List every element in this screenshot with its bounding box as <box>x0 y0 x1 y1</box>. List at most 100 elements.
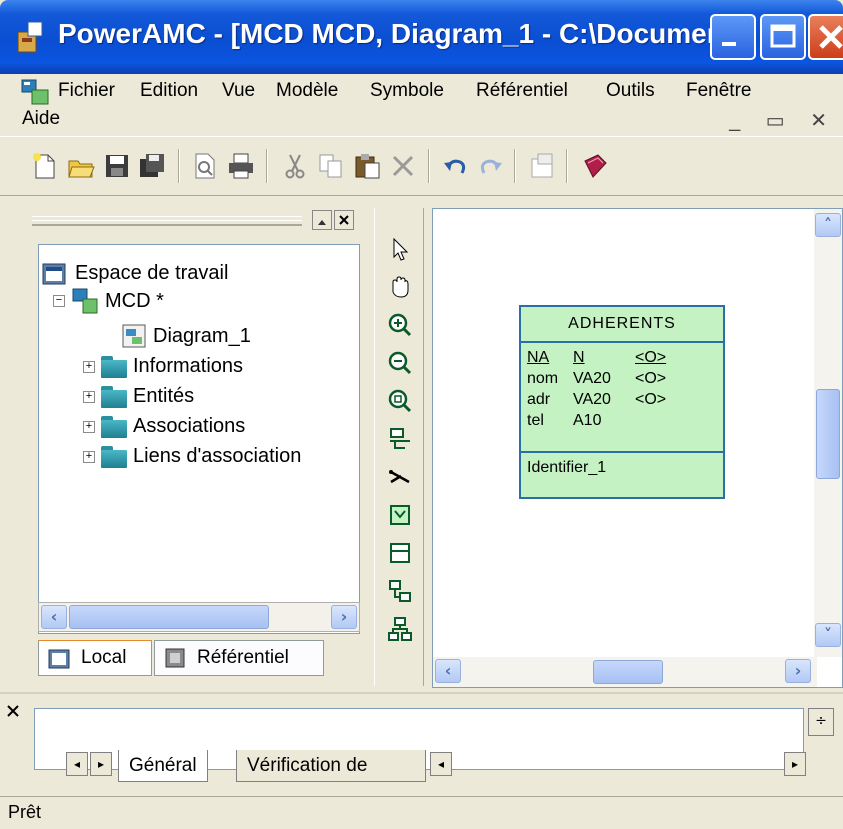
paste-icon[interactable] <box>350 149 384 183</box>
minimize-button[interactable] <box>710 14 756 60</box>
relationship-icon[interactable] <box>383 612 417 646</box>
scroll-thumb[interactable] <box>593 660 663 684</box>
tree-node-model[interactable]: − MCD * <box>53 287 164 315</box>
text-icon[interactable] <box>383 422 417 456</box>
dock-icon <box>318 220 326 225</box>
local-icon <box>48 649 70 669</box>
help-icon[interactable] <box>578 149 612 183</box>
menu-referentiel[interactable]: Référentiel <box>476 80 568 102</box>
tab-referentiel[interactable]: Référentiel <box>154 640 324 676</box>
diagram-icon <box>122 324 146 348</box>
scroll-left-icon[interactable]: ‹ <box>435 659 461 683</box>
entity-adherents[interactable]: ADHERENTS NA N <O> nom VA20 <O> adr VA20… <box>519 305 725 499</box>
expand-icon[interactable]: + <box>83 390 95 403</box>
tree-node-workspace[interactable]: Espace de travail <box>41 259 228 287</box>
tree-node-entites[interactable]: + Entités <box>83 385 194 408</box>
zoom-out-icon[interactable] <box>383 346 417 380</box>
browser-grip[interactable] <box>32 216 302 226</box>
menu-modele[interactable]: Modèle <box>276 80 338 102</box>
zoom-fit-icon[interactable] <box>383 384 417 418</box>
expand-icon[interactable]: + <box>83 360 95 373</box>
scroll-up-icon[interactable]: ˄ <box>815 213 841 237</box>
entity-attributes: NA N <O> nom VA20 <O> adr VA20 <O> tel A… <box>521 343 723 453</box>
close-button[interactable] <box>808 14 843 60</box>
menu-edition[interactable]: Edition <box>140 80 198 102</box>
menu-fenetre[interactable]: Fenêtre <box>686 80 751 102</box>
delete-icon[interactable] <box>386 149 420 183</box>
collapse-icon[interactable]: − <box>53 295 65 307</box>
output-scroll-right-icon[interactable]: ▸ <box>784 752 806 776</box>
undo-icon[interactable] <box>438 149 472 183</box>
attribute-flag: <O> <box>635 370 667 387</box>
tree-node-diagram[interactable]: Diagram_1 <box>121 323 251 349</box>
cut-icon[interactable] <box>278 149 312 183</box>
copy-icon[interactable] <box>314 149 348 183</box>
attribute-row: nom VA20 <O> <box>527 368 717 389</box>
close-icon <box>339 215 349 225</box>
open-icon[interactable] <box>64 149 98 183</box>
redo-icon[interactable] <box>474 149 508 183</box>
table-icon[interactable] <box>383 536 417 570</box>
title-bar[interactable]: PowerAMC - [MCD MCD, Diagram_1 - C:\Docu… <box>0 0 843 74</box>
save-icon[interactable] <box>100 149 134 183</box>
entity-icon[interactable] <box>383 498 417 532</box>
tab-scroll-right-icon[interactable]: ▸ <box>90 752 112 776</box>
folder-icon <box>101 355 127 378</box>
tab-local[interactable]: Local <box>38 640 152 676</box>
zoom-in-icon[interactable] <box>383 308 417 342</box>
canvas-horizontal-scrollbar[interactable]: ‹ › <box>433 657 817 687</box>
pointer-icon[interactable] <box>383 232 417 266</box>
tool-palette <box>374 208 424 686</box>
tab-label: Référentiel <box>197 647 289 668</box>
toolbar-separator <box>266 149 268 183</box>
tree-node-informations[interactable]: + Informations <box>83 355 243 378</box>
menu-outils[interactable]: Outils <box>606 80 655 102</box>
tree-label: Liens d'association <box>133 445 302 467</box>
expand-icon[interactable]: + <box>83 420 95 433</box>
toolbar-separator <box>566 149 568 183</box>
poweramc-app-icon <box>17 21 43 53</box>
canvas-vertical-scrollbar[interactable]: ˄ ˅ <box>814 209 842 657</box>
browser-horizontal-scrollbar[interactable]: ‹ › <box>38 602 360 632</box>
print-preview-icon[interactable] <box>188 149 222 183</box>
scroll-right-icon[interactable]: › <box>785 659 811 683</box>
tab-verification[interactable]: Vérification de <box>236 750 426 782</box>
standard-toolbar <box>0 136 843 196</box>
output-scroll-left-icon[interactable]: ◂ <box>430 752 452 776</box>
close-browser-button[interactable] <box>334 210 354 230</box>
tree-node-liens[interactable]: + Liens d'association <box>83 445 301 468</box>
menu-fichier[interactable]: Fichier <box>58 80 115 102</box>
dock-button[interactable] <box>312 210 332 230</box>
output-window: ÷ ◂ ▸ Général Vérification de ◂ ▸ <box>0 692 843 792</box>
scroll-thumb[interactable] <box>69 605 269 629</box>
toolbar-separator <box>514 149 516 183</box>
link-icon[interactable] <box>383 460 417 494</box>
model-document-icon[interactable] <box>20 78 50 106</box>
diagram-canvas[interactable]: ADHERENTS NA N <O> nom VA20 <O> adr VA20… <box>432 208 843 688</box>
scroll-thumb[interactable] <box>816 389 840 479</box>
grabber-icon[interactable] <box>383 270 417 304</box>
tab-general[interactable]: Général <box>118 750 208 782</box>
menu-aide[interactable]: Aide <box>22 108 60 130</box>
model-tree[interactable]: Espace de travail − MCD * Diagram_1 + In… <box>38 244 360 634</box>
properties-icon[interactable] <box>526 149 560 183</box>
scroll-left-icon[interactable]: ‹ <box>41 605 67 629</box>
close-output-icon[interactable] <box>6 704 20 722</box>
expand-icon[interactable]: + <box>83 450 95 463</box>
scroll-right-icon[interactable]: › <box>331 605 357 629</box>
close-icon <box>819 25 843 49</box>
tab-scroll-left-icon[interactable]: ◂ <box>66 752 88 776</box>
inheritance-icon[interactable] <box>383 574 417 608</box>
tree-node-associations[interactable]: + Associations <box>83 415 245 438</box>
save-all-icon[interactable] <box>136 149 170 183</box>
split-button[interactable]: ÷ <box>808 708 834 736</box>
menu-symbole[interactable]: Symbole <box>370 80 444 102</box>
mdi-window-buttons[interactable]: _ ▭ ✕ <box>729 108 837 133</box>
new-icon[interactable] <box>28 149 62 183</box>
maximize-button[interactable] <box>760 14 806 60</box>
scroll-down-icon[interactable]: ˅ <box>815 623 841 647</box>
print-icon[interactable] <box>224 149 258 183</box>
attribute-name: adr <box>527 391 551 408</box>
menu-vue[interactable]: Vue <box>222 80 255 102</box>
attribute-row: NA N <O> <box>527 347 717 368</box>
